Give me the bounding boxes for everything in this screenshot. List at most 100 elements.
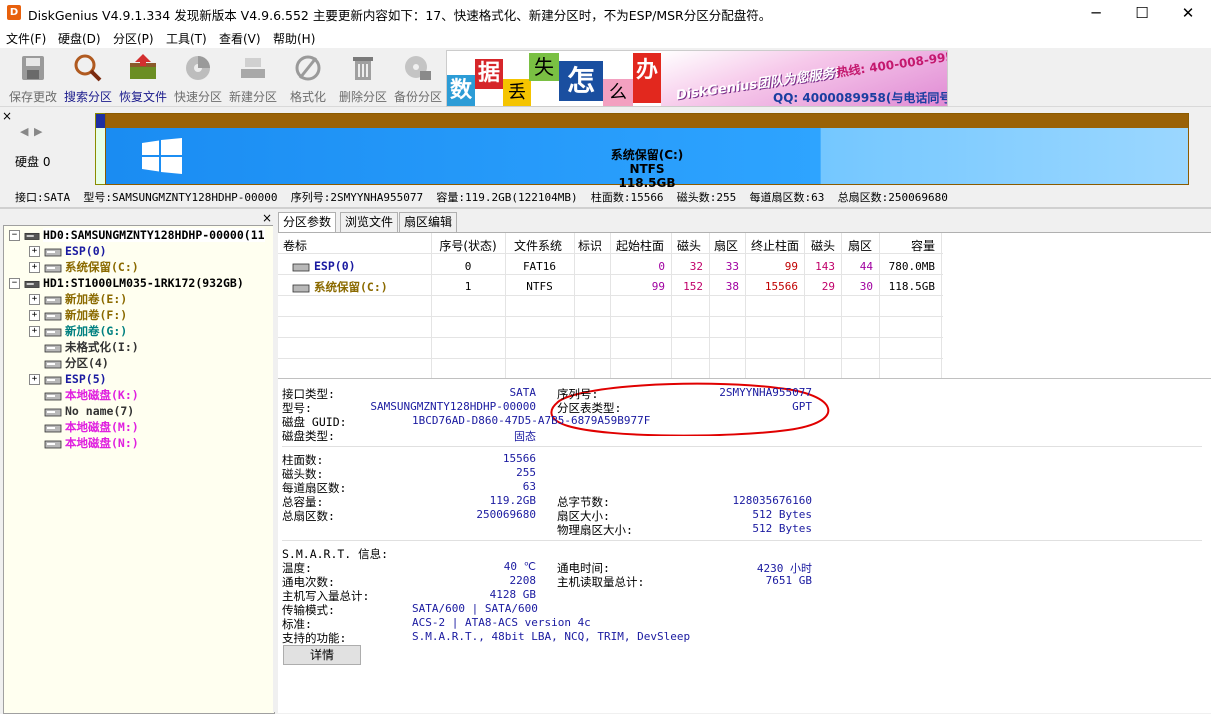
partition-label: ESP(0) <box>314 259 356 273</box>
partition-icon <box>44 312 62 320</box>
menu-help[interactable]: 帮助(H) <box>273 30 315 47</box>
tab-partition-params[interactable]: 分区参数 <box>278 212 337 233</box>
col-start-sector-cell: 38 <box>725 280 739 293</box>
disk-map-close-icon[interactable]: × <box>2 109 12 123</box>
table-column-divider <box>941 233 942 378</box>
expand-icon[interactable]: + <box>29 246 40 257</box>
col-label-header[interactable]: 卷标 <box>283 237 307 254</box>
tree-node-label: 系统保留(C:) <box>65 260 139 274</box>
partition-bar-fill: 系统保留(C:) NTFS 118.5GB <box>106 128 1188 190</box>
search-partition-button[interactable]: 搜索分区 <box>61 50 115 104</box>
partition-fs: NTFS <box>629 162 665 176</box>
menu-tools[interactable]: 工具(T) <box>166 30 207 47</box>
tab-browse-files[interactable]: 浏览文件 <box>340 212 399 232</box>
col-filesystem-cell: FAT16 <box>522 260 557 273</box>
col-end-sector-cell: 44 <box>859 260 873 273</box>
table-column-divider <box>505 233 506 378</box>
expand-icon[interactable]: + <box>29 294 40 305</box>
col-end-head-cell: 143 <box>815 260 835 273</box>
details-divider <box>282 446 1202 447</box>
details-button[interactable]: 详情 <box>283 645 361 665</box>
partition-icon <box>44 440 62 448</box>
tree-node-label: 本地磁盘(N:) <box>65 436 139 450</box>
delete-partition-button[interactable]: 删除分区 <box>336 50 390 104</box>
collapse-icon[interactable]: − <box>9 230 20 241</box>
details-divider <box>282 540 1202 541</box>
next-disk-icon[interactable]: ▶ <box>34 125 42 138</box>
serial-value: 2SMYYNHA955077 <box>719 386 812 399</box>
col-start-cyl-cell: 0 <box>658 260 665 273</box>
banner-char-3: 丢 <box>503 79 531 106</box>
partition-bar[interactable]: 系统保留(C:) NTFS 118.5GB <box>105 113 1189 190</box>
tree-partition-node[interactable]: + ESP(5) <box>29 371 107 387</box>
table-column-divider <box>574 233 575 378</box>
tree-partition-node[interactable]: 分区(4) <box>29 355 109 371</box>
tree-partition-node[interactable]: + 新加卷(F:) <box>29 307 127 323</box>
prev-disk-icon[interactable]: ◀ <box>20 125 28 138</box>
partition-icon <box>44 392 62 400</box>
splitter[interactable] <box>273 209 277 712</box>
menu-partition[interactable]: 分区(P) <box>113 30 154 47</box>
banner-char-7: 办 <box>633 53 661 103</box>
features-value: S.M.A.R.T., 48bit LBA, NCQ, TRIM, DevSle… <box>412 630 691 643</box>
iface-value: SATA <box>509 386 537 399</box>
tree-partition-node[interactable]: 本地磁盘(K:) <box>29 387 139 403</box>
expand-icon[interactable]: + <box>29 374 40 385</box>
save-changes-button[interactable]: 保存更改 <box>6 50 60 104</box>
tree-node-label: No name(7) <box>65 404 135 418</box>
col-capacity-cell: 118.5GB <box>888 280 935 293</box>
tab-sector-edit[interactable]: 扇区编辑 <box>399 212 458 232</box>
format-button[interactable]: 格式化 <box>281 50 335 104</box>
ad-banner[interactable]: 数 据 丢 失 怎 么 办 DiskGenius团队为您服务! 热线: 400-… <box>446 50 948 107</box>
tree-partition-node[interactable]: + 新加卷(G:) <box>29 323 127 339</box>
expand-icon[interactable]: + <box>29 262 40 273</box>
col-index-header[interactable]: 序号(状态) <box>428 237 508 254</box>
table-column-divider <box>671 233 672 378</box>
quick-partition-button[interactable]: 快速分区 <box>171 50 225 104</box>
expand-icon[interactable]: + <box>29 326 40 337</box>
maximize-button[interactable]: ☐ <box>1119 0 1165 26</box>
tree-node-label: 未格式化(I:) <box>65 340 139 354</box>
tree-partition-node[interactable]: + ESP(0) <box>29 243 107 259</box>
tree-disk-node[interactable]: − HD0:SAMSUNGMZNTY128HDHP-00000(11 <box>9 227 265 243</box>
ptt-value: GPT <box>792 400 812 413</box>
host-read-value: 7651 GB <box>765 574 812 587</box>
physical-sector-value: 512 Bytes <box>752 522 812 535</box>
recover-files-button[interactable]: 恢复文件 <box>116 50 170 104</box>
new-partition-icon <box>241 58 265 78</box>
tree-partition-node[interactable]: + 系统保留(C:) <box>29 259 139 275</box>
tree-partition-node[interactable]: 本地磁盘(M:) <box>29 419 139 435</box>
table-row[interactable]: ESP(0) <box>292 259 356 273</box>
menu-file[interactable]: 文件(F) <box>6 30 46 47</box>
sector-size-value: 512 Bytes <box>752 508 812 521</box>
table-column-divider <box>841 233 842 378</box>
minimize-button[interactable]: ─ <box>1073 0 1119 26</box>
delete-icon <box>353 57 373 80</box>
tree-node-label: 新加卷(G:) <box>65 324 128 338</box>
backup-partition-label: 备份分区 <box>393 90 442 104</box>
table-column-divider <box>709 233 710 378</box>
temperature-value: 40 ℃ <box>503 560 536 573</box>
table-row-divider <box>278 274 943 275</box>
banner-char-1: 数 <box>447 75 475 106</box>
collapse-icon[interactable]: − <box>9 278 20 289</box>
window-title: DiskGenius V4.9.1.334 发现新版本 V4.9.6.552 主… <box>28 8 772 23</box>
menu-disk[interactable]: 硬盘(D) <box>58 30 101 47</box>
expand-icon[interactable]: + <box>29 310 40 321</box>
table-row[interactable]: 系统保留(C:) <box>292 279 388 295</box>
backup-partition-button[interactable]: 备份分区 <box>391 50 445 104</box>
tree-close-icon[interactable]: × <box>262 211 272 225</box>
menu-view[interactable]: 查看(V) <box>219 30 261 47</box>
new-partition-button[interactable]: 新建分区 <box>226 50 280 104</box>
tree-partition-node[interactable]: 未格式化(I:) <box>29 339 139 355</box>
tree-partition-node[interactable]: + 新加卷(E:) <box>29 291 127 307</box>
disk-type-value: 固态 <box>514 430 536 443</box>
tree-partition-node[interactable]: No name(7) <box>29 403 134 419</box>
col-capacity-header[interactable]: 容量 <box>883 237 963 254</box>
format-label: 格式化 <box>289 90 326 104</box>
close-button[interactable]: ✕ <box>1165 0 1211 26</box>
tree-disk-node[interactable]: − HD1:ST1000LM035-1RK172(932GB) <box>9 275 244 291</box>
tree-partition-node[interactable]: 本地磁盘(N:) <box>29 435 139 451</box>
model-value: SAMSUNGMZNTY128HDHP-00000 <box>370 400 536 413</box>
host-write-value: 4128 GB <box>489 588 536 601</box>
